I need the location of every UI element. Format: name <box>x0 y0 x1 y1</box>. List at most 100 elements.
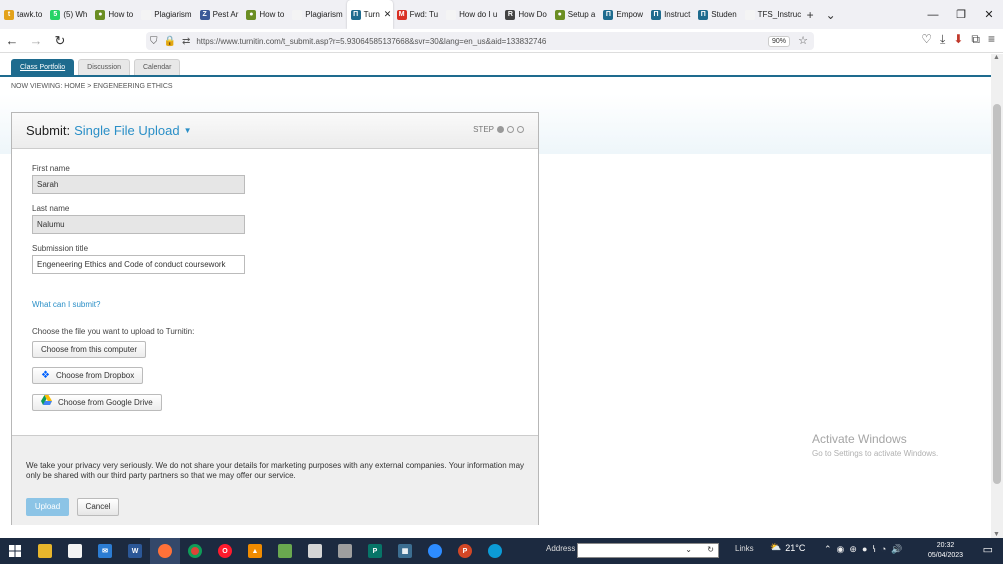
edge-icon[interactable] <box>480 538 510 564</box>
minimize-icon[interactable]: — <box>919 9 947 21</box>
reload-icon[interactable]: ↻ <box>48 33 72 49</box>
tab-label: Empow <box>616 10 644 19</box>
permissions-icon[interactable]: ⇄ <box>182 36 190 47</box>
mail-icon[interactable]: ✉ <box>90 538 120 564</box>
chevron-down-icon[interactable]: ▼ <box>184 126 192 135</box>
browser-tab[interactable]: П Turn ✕ <box>346 0 393 29</box>
tab-label: How to <box>108 10 134 19</box>
first-name-field[interactable]: Sarah <box>32 175 245 194</box>
tab-class-portfolio[interactable]: Class Portfolio <box>11 59 75 75</box>
zoom-icon[interactable] <box>420 538 450 564</box>
browser-tab[interactable]: R How Do <box>501 0 550 29</box>
tab-calendar[interactable]: Calendar <box>134 59 181 75</box>
tool-icon[interactable] <box>270 538 300 564</box>
vlc-icon[interactable]: ▲ <box>240 538 270 564</box>
browser-tab[interactable]: t tawk.to <box>0 0 46 29</box>
publisher-icon[interactable]: P <box>360 538 390 564</box>
step-dot-1 <box>497 126 504 133</box>
show-hidden-icons-icon[interactable]: ⌃ <box>824 544 832 555</box>
close-tab-icon[interactable]: ✕ <box>384 9 392 20</box>
browser-tab[interactable]: How do I u <box>442 0 501 29</box>
choose-from-google-drive-button[interactable]: Choose from Google Drive <box>32 394 162 411</box>
scanner-icon[interactable] <box>330 538 360 564</box>
window-controls: — ❐ ✕ <box>919 0 1003 29</box>
vertical-scrollbar[interactable]: ▲ ▼ <box>991 54 1003 538</box>
downloads-icon[interactable]: ⤓ <box>940 32 945 47</box>
back-icon[interactable]: ← <box>0 33 24 48</box>
network-icon[interactable]: ◔ <box>881 544 886 555</box>
choose-from-dropbox-button[interactable]: ❖ Choose from Dropbox <box>32 367 144 384</box>
submit-mode-dropdown[interactable]: Single File Upload <box>74 123 180 138</box>
choose-from-computer-button[interactable]: Choose from this computer <box>32 341 147 358</box>
browser-tab[interactable]: ● How to <box>242 0 288 29</box>
opera-icon[interactable]: O <box>210 538 240 564</box>
volume-icon[interactable]: 🔊 <box>891 544 902 555</box>
breadcrumb[interactable]: NOW VIEWING: HOME > ENGENEERING ETHICS <box>11 83 173 90</box>
restore-icon[interactable]: ❐ <box>947 8 975 21</box>
weather-widget[interactable]: ⛅ 21°C <box>770 542 805 553</box>
privacy-notice: We take your privacy very seriously. We … <box>26 461 525 480</box>
browser-tab[interactable]: Plagiarism <box>137 0 195 29</box>
what-can-i-submit-link[interactable]: What can I submit? <box>32 300 100 309</box>
links-toolbar-label[interactable]: Links <box>735 544 754 553</box>
upload-button[interactable]: Upload <box>26 498 69 516</box>
tray-app-icon[interactable]: ● <box>862 544 867 555</box>
browser-tab[interactable]: ● How to <box>91 0 137 29</box>
address-toolbar-input[interactable]: ⌄ ↻ <box>577 543 719 558</box>
url-text[interactable]: https://www.turnitin.com/t_submit.asp?r=… <box>196 37 546 46</box>
scroll-up-icon[interactable]: ▲ <box>993 54 1000 61</box>
tab-discussion[interactable]: Discussion <box>78 59 130 75</box>
chrome-icon[interactable] <box>180 538 210 564</box>
firefox-icon[interactable] <box>150 538 180 564</box>
start-icon[interactable] <box>0 538 30 564</box>
word-icon[interactable]: W <box>120 538 150 564</box>
submission-title-field[interactable]: Engeneering Ethics and Code of conduct c… <box>32 255 245 274</box>
browser-tab[interactable]: TFS_Instruct <box>741 0 801 29</box>
first-name-label: First name <box>32 164 70 173</box>
clock[interactable]: 20:32 05/04/2023 <box>928 541 963 561</box>
notes-icon[interactable] <box>300 538 330 564</box>
menu-icon[interactable]: ≡ <box>988 32 995 47</box>
last-name-label: Last name <box>32 204 70 213</box>
browser-tab[interactable]: Z Pest Ar <box>196 0 243 29</box>
notifications-icon[interactable]: ▭ <box>983 543 993 556</box>
language-icon[interactable]: ꝇ <box>872 544 876 555</box>
close-window-icon[interactable]: ✕ <box>975 8 1003 21</box>
scroll-thumb[interactable] <box>993 104 1001 484</box>
tab-label: Instruct <box>664 10 691 19</box>
extension-icon[interactable]: ⬇ <box>953 32 963 47</box>
last-name-field[interactable]: Nalumu <box>32 215 245 234</box>
browser-tab[interactable]: M Fwd: Tu <box>393 0 442 29</box>
tab-label: Fwd: Tu <box>409 10 439 19</box>
submission-title-label: Submission title <box>32 244 89 253</box>
tab-favicon-icon <box>446 9 457 20</box>
scroll-down-icon[interactable]: ▼ <box>993 531 1000 538</box>
tab-favicon-icon: П <box>603 9 614 20</box>
file-explorer-icon[interactable] <box>30 538 60 564</box>
browser-tab[interactable]: П Instruct <box>647 0 694 29</box>
tab-favicon-icon: t <box>4 9 14 20</box>
chevron-down-icon[interactable]: ⌄ <box>685 545 692 554</box>
new-tab-icon[interactable]: + <box>801 8 820 22</box>
pocket-icon[interactable]: ♡ <box>921 32 932 47</box>
forward-icon[interactable]: → <box>24 33 48 48</box>
list-tabs-chevron-icon[interactable]: ⌄ <box>820 8 842 22</box>
powerpoint-icon[interactable]: P <box>450 538 480 564</box>
browser-tab[interactable]: 5 (5) Wh <box>46 0 91 29</box>
tab-favicon-icon: П <box>350 9 361 20</box>
browser-tab[interactable]: ● Setup a <box>551 0 600 29</box>
tray-app-icon[interactable]: ⊕ <box>849 544 857 555</box>
bookmark-star-icon[interactable]: ☆ <box>798 34 808 47</box>
cancel-button[interactable]: Cancel <box>77 498 119 516</box>
browser-tab[interactable]: П Studen <box>694 0 740 29</box>
url-bar[interactable]: ⛉ 🔒 ⇄ https://www.turnitin.com/t_submit.… <box>146 32 814 50</box>
calculator-icon[interactable]: ▦ <box>390 538 420 564</box>
refresh-icon[interactable]: ↻ <box>707 545 714 554</box>
tray-app-icon[interactable]: ◉ <box>837 544 845 555</box>
browser-tab[interactable]: Plagiarism <box>288 0 346 29</box>
tab-favicon-icon: 5 <box>50 9 61 20</box>
extensions-puzzle-icon[interactable]: ⧉ <box>971 32 980 47</box>
zoom-level[interactable]: 90% <box>767 36 790 47</box>
store-icon[interactable] <box>60 538 90 564</box>
browser-tab[interactable]: П Empow <box>599 0 647 29</box>
